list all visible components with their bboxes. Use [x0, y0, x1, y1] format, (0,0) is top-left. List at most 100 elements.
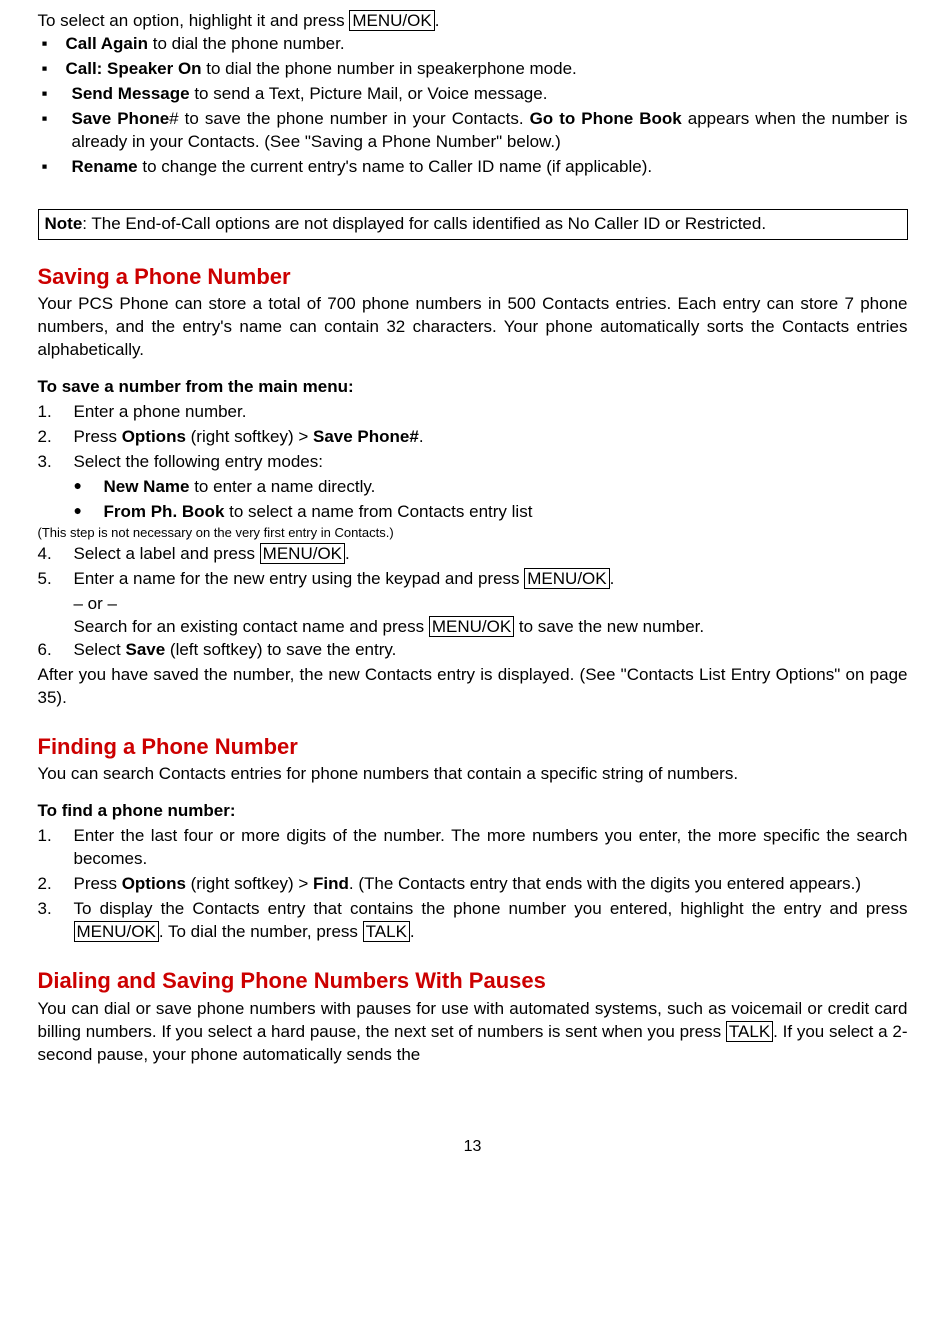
t: Save [125, 640, 165, 659]
after-save-para: After you have saved the number, the new… [38, 664, 908, 710]
or-line: – or – [74, 593, 908, 616]
t: . [410, 922, 415, 941]
opt-label: Call: Speaker On [66, 59, 202, 78]
t: New Name [104, 477, 190, 496]
save-steps: 1.Enter a phone number. 2.Press Options … [38, 401, 908, 662]
note-box: Note: The End-of-Call options are not di… [38, 209, 908, 240]
t: to select a name from Contacts entry lis… [224, 502, 532, 521]
note-text: : The End-of-Call options are not displa… [82, 214, 766, 233]
menu-ok-key: MENU/OK [74, 921, 159, 942]
step-num: 3. [38, 451, 74, 474]
opt-label-2: Go to Phone Book [530, 109, 682, 128]
t: To display the Contacts entry that conta… [74, 899, 908, 918]
heading-pauses: Dialing and Saving Phone Numbers With Pa… [38, 966, 908, 996]
heading-saving: Saving a Phone Number [38, 262, 908, 292]
t: Search for an existing contact name and … [74, 617, 429, 636]
step-num: 6. [38, 639, 74, 662]
step-text: Enter the last four or more digits of th… [74, 825, 908, 871]
step-2: 2.Press Options (right softkey) > Save P… [38, 426, 908, 449]
t: (right softkey) > [186, 874, 313, 893]
t: Options [122, 427, 186, 446]
substep-from-phbook: ●From Ph. Book to select a name from Con… [74, 501, 908, 524]
t: Press [74, 427, 122, 446]
find-step-2: 2.Press Options (right softkey) > Find. … [38, 873, 908, 896]
talk-key: TALK [726, 1021, 773, 1042]
t: . (The Contacts entry that ends with the… [349, 874, 861, 893]
subhead-find: To find a phone number: [38, 800, 908, 823]
pauses-para: You can dial or save phone numbers with … [38, 998, 908, 1067]
step-num: 1. [38, 401, 74, 424]
bullet-icon: ▪ [42, 108, 72, 154]
step-1: 1.Enter a phone number. [38, 401, 908, 424]
intro-text-b: . [435, 11, 440, 30]
page-number: 13 [38, 1136, 908, 1158]
t: (left softkey) to save the entry. [165, 640, 396, 659]
find-steps: 1.Enter the last four or more digits of … [38, 825, 908, 944]
opt-label: Call Again [66, 34, 149, 53]
option-send-message: ▪ Send Message to send a Text, Picture M… [42, 83, 908, 106]
opt-text: to save the phone number in your Contact… [179, 109, 530, 128]
talk-key: TALK [363, 921, 410, 942]
step-3: 3.Select the following entry modes: [38, 451, 908, 474]
substep-new-name: ●New Name to enter a name directly. [74, 476, 908, 499]
option-rename: ▪ Rename to change the current entry's n… [42, 156, 908, 179]
step-num: 5. [38, 568, 74, 591]
note-label: Note [45, 214, 83, 233]
t: . [610, 569, 615, 588]
heading-finding: Finding a Phone Number [38, 732, 908, 762]
t: Press [74, 874, 122, 893]
opt-label: Send Message [72, 84, 190, 103]
finding-para: You can search Contacts entries for phon… [38, 763, 908, 786]
t: to save the new number. [514, 617, 704, 636]
bullet-icon: ▪ [42, 83, 72, 106]
step-num: 2. [38, 873, 74, 896]
t: Select [74, 640, 126, 659]
opt-label: Save Phone [72, 109, 170, 128]
intro-text-a: To select an option, highlight it and pr… [38, 11, 350, 30]
bullet-icon: ● [74, 501, 104, 524]
t: Enter a name for the new entry using the… [74, 569, 525, 588]
t: Find [313, 874, 349, 893]
opt-text: to change the current entry's name to Ca… [138, 157, 652, 176]
step-6: 6.Select Save (left softkey) to save the… [38, 639, 908, 662]
menu-ok-key: MENU/OK [260, 543, 345, 564]
opt-text: to dial the phone number. [148, 34, 345, 53]
intro-line: To select an option, highlight it and pr… [38, 10, 908, 33]
opt-hash: # [169, 109, 178, 128]
t: (right softkey) > [186, 427, 313, 446]
option-save-phone: ▪ Save Phone# to save the phone number i… [42, 108, 908, 154]
opt-text: to dial the phone number in speakerphone… [202, 59, 577, 78]
find-step-3: 3.To display the Contacts entry that con… [38, 898, 908, 944]
bullet-icon: ▪ [42, 58, 66, 81]
opt-text: to send a Text, Picture Mail, or Voice m… [190, 84, 548, 103]
first-entry-note: (This step is not necessary on the very … [38, 524, 908, 542]
t: Options [122, 874, 186, 893]
option-call-again: ▪ Call Again to dial the phone number. [42, 33, 908, 56]
step-5: 5.Enter a name for the new entry using t… [38, 568, 908, 591]
step-text: Enter a phone number. [74, 401, 247, 424]
step-4: 4.Select a label and press MENU/OK. [38, 543, 908, 566]
bullet-icon: ▪ [42, 33, 66, 56]
bullet-icon: ● [74, 476, 104, 499]
step-num: 1. [38, 825, 74, 871]
menu-ok-key: MENU/OK [524, 568, 609, 589]
options-list: ▪ Call Again to dial the phone number. ▪… [38, 33, 908, 179]
subhead-save: To save a number from the main menu: [38, 376, 908, 399]
t: . To dial the number, press [159, 922, 363, 941]
step-text: Select the following entry modes: [74, 451, 323, 474]
menu-ok-key: MENU/OK [429, 616, 514, 637]
t: Select a label and press [74, 544, 260, 563]
step-num: 3. [38, 898, 74, 944]
t: Save Phone# [313, 427, 419, 446]
find-step-1: 1.Enter the last four or more digits of … [38, 825, 908, 871]
menu-ok-key: MENU/OK [349, 10, 434, 31]
saving-para: Your PCS Phone can store a total of 700 … [38, 293, 908, 362]
t: to enter a name directly. [189, 477, 375, 496]
t: . [345, 544, 350, 563]
step-5-alt: Search for an existing contact name and … [74, 616, 908, 639]
t: From Ph. Book [104, 502, 225, 521]
option-speaker-on: ▪ Call: Speaker On to dial the phone num… [42, 58, 908, 81]
step-num: 2. [38, 426, 74, 449]
opt-label: Rename [72, 157, 138, 176]
bullet-icon: ▪ [42, 156, 72, 179]
